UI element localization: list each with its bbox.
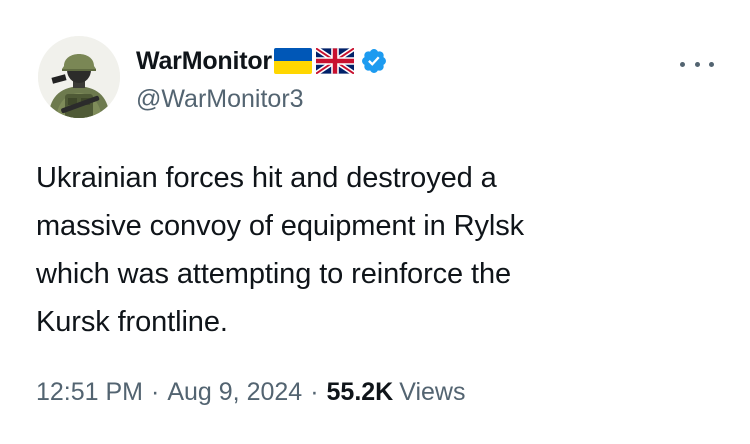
- name-row: WarMonitor: [136, 44, 388, 78]
- display-name[interactable]: WarMonitor: [136, 47, 272, 76]
- soldier-avatar-icon: [38, 36, 120, 118]
- meta-separator: ·: [151, 378, 160, 406]
- uk-flag-icon: [315, 48, 354, 74]
- tweet-text: Ukrainian forces hit and destroyed a mas…: [36, 162, 524, 338]
- more-dot: [680, 61, 685, 67]
- tweet-meta: 12:51 PM · Aug 9, 2024 · 55.2K Views: [36, 378, 465, 407]
- author-avatar[interactable]: [38, 36, 120, 118]
- author-handle[interactable]: @WarMonitor3: [136, 85, 388, 114]
- tweet-time[interactable]: 12:51 PM: [36, 378, 143, 407]
- views-label: Views: [399, 378, 466, 406]
- author-header: WarMonitor @WarMonitor3: [136, 44, 388, 114]
- tweet-card: WarMonitor @WarMonitor3 Ukrainian forces…: [0, 0, 750, 444]
- more-dot: [694, 61, 700, 67]
- more-dot: [709, 61, 714, 67]
- meta-separator: ·: [310, 378, 319, 406]
- more-options-icon[interactable]: [680, 54, 714, 74]
- tweet-date[interactable]: Aug 9, 2024: [167, 378, 302, 407]
- ukraine-flag-icon: [273, 48, 312, 74]
- views-count[interactable]: 55.2K: [327, 378, 394, 407]
- verified-badge-icon[interactable]: [360, 47, 388, 75]
